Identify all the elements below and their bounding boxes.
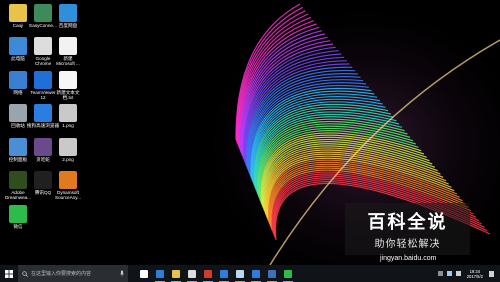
cloud-icon	[59, 4, 77, 22]
control-panel-icon	[9, 138, 27, 156]
desktop-icon-label: 2.png	[62, 157, 74, 162]
image-file-icon	[59, 138, 77, 156]
icon-sogou-browser[interactable]: 搜狗高速浏览器	[27, 102, 59, 138]
icon-dynamsoft[interactable]: Dynamsoft SourceAny...	[54, 169, 82, 205]
wechat-icon	[9, 205, 27, 223]
game-icon	[34, 138, 52, 156]
desktop-icon-label-line2: SourceAny...	[55, 195, 81, 200]
taskbar-explorer[interactable]	[168, 265, 184, 282]
icon-snake[interactable]: 贪吃蛇	[29, 136, 57, 172]
folder-user-icon	[9, 4, 27, 22]
icon-wechat[interactable]: 微信	[4, 203, 32, 239]
taskbar-apps	[136, 265, 296, 282]
watermark-panel: 百科全说 助你轻松解决	[345, 203, 470, 255]
image-file-icon	[59, 104, 77, 122]
easyconnect-icon	[34, 4, 52, 22]
taskbar: 在这里输入你要搜索的内容 19:34 2017/5/2	[0, 265, 500, 282]
taskbar-task-view[interactable]	[136, 265, 152, 282]
taskbar-app-blue[interactable]	[264, 265, 280, 282]
tray-arrow-icon[interactable]	[437, 271, 443, 276]
icon-caoji[interactable]: Caoji	[4, 2, 32, 38]
dynamsoft-icon	[59, 171, 77, 189]
browser-icon	[252, 269, 260, 278]
taskbar-app-red[interactable]	[200, 265, 216, 282]
network-icon[interactable]	[446, 271, 452, 276]
watermark-subtitle: 助你轻松解决	[374, 239, 441, 250]
taskbar-search-box[interactable]: 在这里输入你要搜索的内容	[18, 265, 128, 282]
desktop-icon-label: 1.png	[62, 123, 74, 128]
search-placeholder: 在这里输入你要搜索的内容	[31, 271, 92, 277]
icon-baidu-netdisk[interactable]: 百度网盘	[54, 2, 82, 38]
system-tray: 19:34 2017/5/2	[436, 265, 500, 282]
icon-dreamweaver[interactable]: Adobe Dreamwea...	[4, 169, 32, 205]
windows-logo-icon	[5, 269, 13, 278]
microphone-icon[interactable]	[119, 270, 125, 277]
desktop-icon-label-line2: 档.txt	[62, 95, 74, 100]
start-button[interactable]	[0, 265, 18, 282]
desktop-icon-grid: Caoji EasyConne... 百度网盘 此电脑 Google Chrome 新建 Mi…	[0, 0, 84, 265]
taskbar-ie[interactable]	[216, 265, 232, 282]
taskbar-notepad[interactable]	[232, 265, 248, 282]
watermark-url: jingyan.baidu.com	[380, 255, 437, 262]
chrome-icon	[34, 37, 52, 55]
task-view-icon	[140, 269, 148, 278]
taskbar-sogou[interactable]	[248, 265, 264, 282]
icon-easyconnect[interactable]: EasyConne...	[29, 2, 57, 38]
wechat-icon	[284, 269, 292, 278]
document-icon	[59, 37, 77, 55]
ie-icon	[220, 269, 228, 278]
recycle-bin-icon	[9, 104, 27, 122]
icon-recycle-bin[interactable]: 回收站	[4, 102, 32, 138]
chrome-icon	[188, 269, 196, 278]
icon-2png[interactable]: 2.png	[54, 136, 82, 172]
notepad-icon	[236, 269, 244, 278]
desktop-icon-label-line2: Microsoft ...	[56, 61, 80, 66]
browser-icon	[34, 104, 52, 122]
desktop-icon-label: 百度网盘	[58, 23, 78, 28]
taskbar-wechat[interactable]	[280, 265, 296, 282]
watermark-title: 百科全说	[367, 212, 448, 233]
volume-icon[interactable]	[455, 271, 461, 276]
computer-icon	[9, 37, 27, 55]
taskbar-clock[interactable]: 19:34 2017/5/2	[467, 269, 483, 279]
clock-date: 2017/5/2	[466, 273, 483, 279]
notification-icon[interactable]	[489, 270, 494, 277]
app-icon	[268, 269, 276, 278]
folder-icon	[172, 269, 180, 278]
app-icon	[204, 269, 212, 278]
qq-icon	[34, 171, 52, 189]
dreamweaver-icon	[9, 171, 27, 189]
icon-new-text[interactable]: 新建文本文 档.txt	[54, 69, 82, 105]
icon-new-word[interactable]: 新建 Microsoft ...	[54, 35, 82, 71]
search-icon	[22, 270, 28, 277]
desktop-icon-label: 微信	[13, 224, 23, 229]
text-file-icon	[59, 71, 77, 89]
teamviewer-icon	[34, 71, 52, 89]
taskbar-chrome[interactable]	[184, 265, 200, 282]
edge-icon	[156, 269, 164, 278]
desktop[interactable]: Caoji EasyConne... 百度网盘 此电脑 Google Chrome 新建 Mi…	[0, 0, 500, 282]
globe-icon	[9, 71, 27, 89]
icon-1png[interactable]: 1.png	[54, 102, 82, 138]
taskbar-edge[interactable]	[152, 265, 168, 282]
icon-control-panel[interactable]: 控制面板	[4, 136, 32, 172]
